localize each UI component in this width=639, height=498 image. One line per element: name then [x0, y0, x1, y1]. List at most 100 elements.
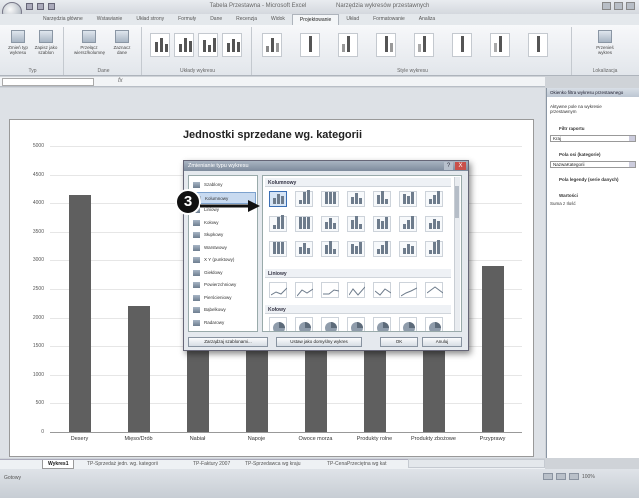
- column-subtype-thumb[interactable]: [347, 191, 365, 207]
- fx-label[interactable]: fx: [118, 78, 123, 84]
- column-subtype-thumb[interactable]: [399, 191, 417, 207]
- dialog-help-button[interactable]: ?: [444, 162, 453, 170]
- horizontal-scrollbar[interactable]: [408, 459, 545, 468]
- sheet-tab-wykres1[interactable]: Wykres1: [42, 460, 75, 469]
- chart-type-item[interactable]: Kołowy: [191, 217, 256, 229]
- page-break-view-icon[interactable]: [569, 473, 579, 480]
- column-subtype-thumb[interactable]: [321, 241, 339, 257]
- tab-home[interactable]: Narzędzia główne: [36, 14, 90, 25]
- select-data-button[interactable]: Zaznacz dane: [110, 30, 134, 55]
- column-subtype-thumb[interactable]: [269, 191, 287, 207]
- line-subtype-thumb[interactable]: [269, 282, 287, 298]
- pie-subtype-thumb[interactable]: [347, 317, 365, 331]
- column-subtype-thumb[interactable]: [425, 191, 443, 207]
- switch-row-column-button[interactable]: Przełącz wiersz/kolumnę: [74, 30, 105, 55]
- sheet-tab[interactable]: TP-Faktury 2007: [188, 460, 235, 469]
- column-subtype-thumb[interactable]: [295, 241, 313, 257]
- tab-page-layout[interactable]: Układ strony: [129, 14, 171, 25]
- tab-view[interactable]: Widok: [264, 14, 292, 25]
- chart-type-item[interactable]: Słupkowy: [191, 229, 256, 241]
- column-subtype-thumb[interactable]: [347, 216, 365, 232]
- values-item[interactable]: Suma z Ilość: [550, 201, 576, 206]
- redo-icon[interactable]: [48, 3, 55, 10]
- line-subtype-thumb[interactable]: [347, 282, 365, 298]
- chart-type-item[interactable]: X Y (punktowy): [191, 254, 256, 266]
- layout-thumb[interactable]: [198, 33, 218, 57]
- tab-analyze[interactable]: Analiza: [412, 14, 442, 25]
- line-subtype-thumb[interactable]: [399, 282, 417, 298]
- gallery-scrollbar-thumb[interactable]: [455, 186, 459, 218]
- chart-type-item[interactable]: Warstwowy: [191, 242, 256, 254]
- column-subtype-thumb[interactable]: [373, 241, 391, 257]
- column-subtype-thumb[interactable]: [373, 191, 391, 207]
- column-subtype-thumb[interactable]: [295, 190, 313, 207]
- pie-subtype-thumb[interactable]: [373, 317, 391, 331]
- layout-thumb[interactable]: [222, 33, 242, 57]
- style-thumb[interactable]: [490, 33, 510, 57]
- chart-type-item[interactable]: Radarowy: [191, 317, 256, 329]
- column-subtype-thumb[interactable]: [425, 240, 443, 257]
- tab-design[interactable]: Projektowanie: [291, 14, 340, 25]
- manage-templates-button[interactable]: Zarządzaj szablonami...: [188, 337, 268, 347]
- name-box[interactable]: [2, 78, 94, 86]
- layout-thumb[interactable]: [150, 33, 170, 57]
- column-subtype-thumb[interactable]: [425, 216, 443, 232]
- chart-type-item[interactable]: Szablony: [191, 179, 256, 191]
- column-subtype-thumb[interactable]: [321, 216, 339, 232]
- sheet-tab[interactable]: TP-Sprzedaż jedn. wg. kategorii: [82, 460, 163, 469]
- line-subtype-thumb[interactable]: [321, 282, 339, 298]
- line-subtype-thumb[interactable]: [295, 282, 313, 298]
- axis-dropdown[interactable]: NazwaKategorii: [550, 161, 636, 168]
- pie-subtype-thumb[interactable]: [399, 317, 417, 331]
- tab-data[interactable]: Dane: [203, 14, 229, 25]
- column-subtype-thumb[interactable]: [373, 216, 391, 232]
- zoom-level[interactable]: 100%: [582, 474, 595, 480]
- save-icon[interactable]: [26, 3, 33, 10]
- style-thumb[interactable]: [376, 33, 396, 57]
- dialog-close-button[interactable]: X: [455, 162, 466, 170]
- bar[interactable]: [127, 306, 150, 432]
- pie-subtype-thumb[interactable]: [269, 317, 287, 331]
- pie-subtype-thumb[interactable]: [321, 317, 339, 331]
- column-subtype-thumb[interactable]: [347, 241, 365, 257]
- style-thumb[interactable]: [300, 33, 320, 57]
- style-thumb[interactable]: [452, 33, 472, 57]
- bar[interactable]: [68, 194, 91, 432]
- sheet-tab[interactable]: TP-CenaPrzeciętna wg kat: [322, 460, 391, 469]
- tab-insert[interactable]: Wstawianie: [90, 14, 130, 25]
- close-window-button[interactable]: [626, 2, 635, 10]
- filter-dropdown[interactable]: Kraj: [550, 135, 636, 142]
- tab-format[interactable]: Formatowanie: [366, 14, 412, 25]
- chart-type-item[interactable]: Powierzchniowy: [191, 279, 256, 291]
- save-as-template-button[interactable]: Zapisz jako szablon: [34, 30, 58, 55]
- tab-layout[interactable]: Układ: [339, 14, 366, 25]
- pie-subtype-thumb[interactable]: [425, 317, 443, 331]
- pie-subtype-thumb[interactable]: [295, 317, 313, 331]
- column-subtype-thumb[interactable]: [399, 241, 417, 257]
- chart-type-item[interactable]: Giełdowy: [191, 267, 256, 279]
- sheet-tab[interactable]: TP-Sprzedawca wg kraju: [240, 460, 306, 469]
- column-subtype-thumb[interactable]: [399, 216, 417, 232]
- minimize-button[interactable]: [602, 2, 611, 10]
- line-subtype-thumb[interactable]: [373, 282, 391, 298]
- tab-review[interactable]: Recenzja: [229, 14, 264, 25]
- column-subtype-thumb[interactable]: [321, 191, 339, 207]
- style-thumb[interactable]: [528, 33, 548, 57]
- column-subtype-thumb[interactable]: [269, 215, 287, 232]
- column-subtype-thumb[interactable]: [295, 216, 313, 232]
- move-chart-button[interactable]: Przenieś wykres: [592, 30, 618, 55]
- layout-thumb[interactable]: [174, 33, 194, 57]
- cancel-button[interactable]: Anuluj: [422, 337, 462, 347]
- change-chart-type-button[interactable]: Zmień typ wykresu: [6, 30, 30, 55]
- line-subtype-thumb[interactable]: [425, 282, 443, 298]
- ok-button[interactable]: OK: [380, 337, 418, 347]
- style-thumb[interactable]: [338, 33, 358, 57]
- maximize-button[interactable]: [614, 2, 623, 10]
- style-thumb[interactable]: [262, 33, 282, 57]
- chart-type-item[interactable]: Bąbelkowy: [191, 304, 256, 316]
- page-layout-view-icon[interactable]: [556, 473, 566, 480]
- chart-type-item[interactable]: Pierścieniowy: [191, 292, 256, 304]
- style-thumb[interactable]: [414, 33, 434, 57]
- tab-formulas[interactable]: Formuły: [171, 14, 203, 25]
- normal-view-icon[interactable]: [543, 473, 553, 480]
